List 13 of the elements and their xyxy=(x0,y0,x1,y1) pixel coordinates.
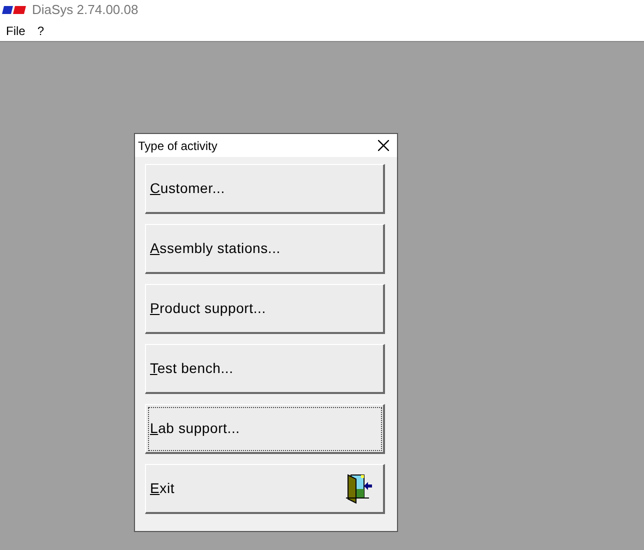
activity-button[interactable]: Assembly stations... xyxy=(145,224,385,274)
dialog-title: Type of activity xyxy=(138,138,218,154)
activity-button[interactable]: Lab support... xyxy=(145,404,385,454)
menu-item[interactable]: ? xyxy=(37,22,44,40)
menu-item[interactable]: File xyxy=(6,22,26,40)
close-icon[interactable] xyxy=(378,140,389,151)
app-logo-icon xyxy=(2,6,26,14)
exit-door-icon xyxy=(345,474,373,504)
activity-button[interactable]: Product support... xyxy=(145,284,385,334)
window-title: DiaSys 2.74.00.08 xyxy=(32,1,138,20)
exit-button[interactable]: Exit xyxy=(145,464,385,514)
activity-button[interactable]: Customer... xyxy=(145,164,385,214)
activity-button[interactable]: Test bench... xyxy=(145,344,385,394)
